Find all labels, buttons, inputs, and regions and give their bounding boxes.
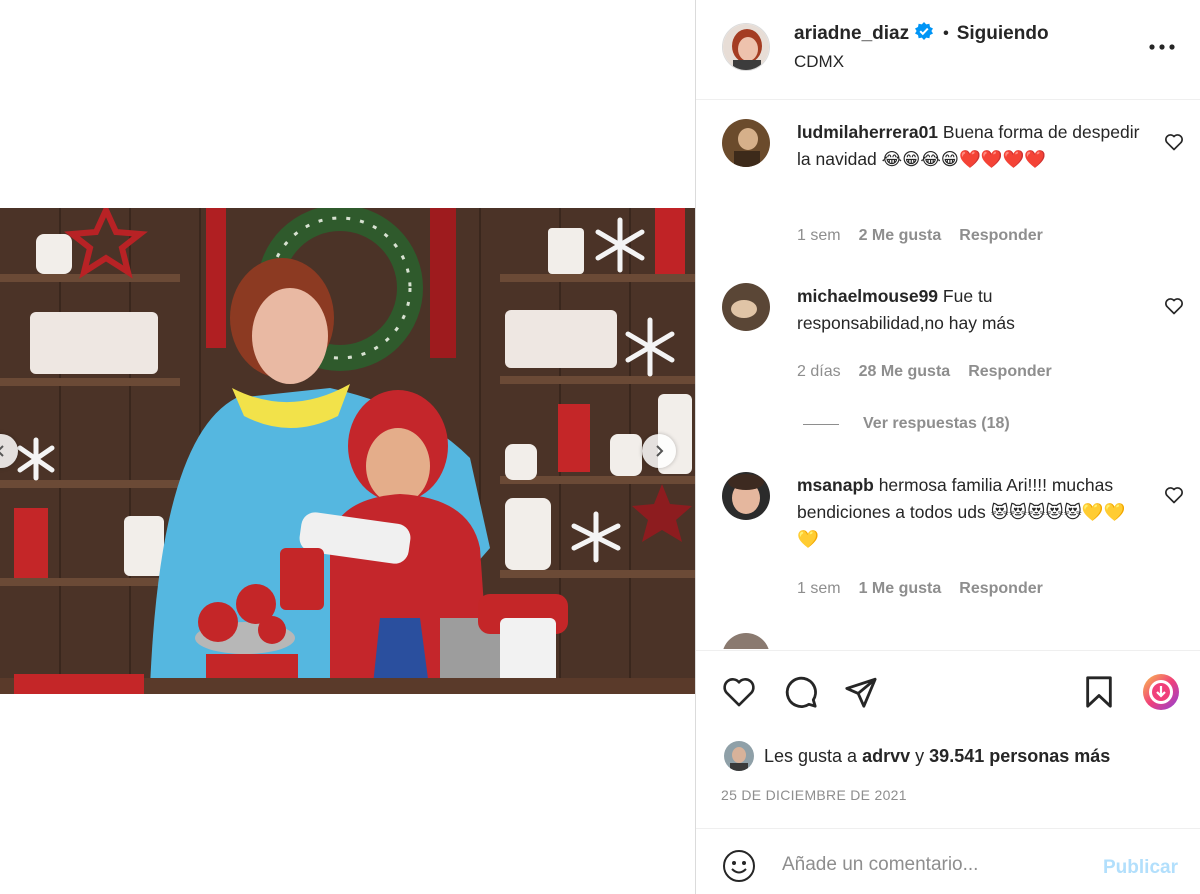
comment-like-button[interactable] (1164, 485, 1186, 507)
likes-joiner: y (915, 745, 925, 766)
emoji-icon (723, 850, 755, 882)
publish-button[interactable]: Publicar (1103, 857, 1178, 879)
view-replies-label: Ver respuestas (18) (863, 415, 1010, 432)
comment-text: ludmilaherrera01 Buena forma de despedir… (797, 119, 1142, 173)
heart-icon (1165, 134, 1183, 151)
like-button[interactable] (720, 673, 758, 711)
author-username[interactable]: ariadne_diaz (794, 23, 909, 45)
carousel-next-button[interactable] (642, 434, 676, 468)
likes-summary: Les gusta a adrvv y 39.541 personas más (724, 741, 1110, 771)
reply-button[interactable]: Responder (959, 580, 1043, 598)
following-button[interactable]: Siguiendo (957, 23, 1049, 45)
avatar-image (724, 741, 754, 771)
separator-dot: • (943, 25, 949, 42)
download-extension-button[interactable] (1142, 673, 1180, 711)
chevron-left-icon (0, 445, 4, 457)
comment-time[interactable]: 1 sem (797, 227, 841, 245)
chevron-right-icon (656, 445, 664, 457)
comment-meta: 2 días 28 Me gusta Responder (797, 363, 1052, 381)
heart-icon (1165, 298, 1183, 315)
share-icon (845, 677, 877, 708)
comment-button[interactable] (782, 673, 820, 711)
post-header: ariadne_diaz • Siguiendo CDMX (696, 0, 1200, 100)
post-actions: Les gusta a adrvv y 39.541 personas más … (696, 650, 1200, 828)
instagram-post-modal: ariadne_diaz • Siguiendo CDMX ludmilaher… (0, 0, 1200, 894)
photo-illustration (0, 208, 695, 694)
post-side-panel: ariadne_diaz • Siguiendo CDMX ludmilaher… (695, 0, 1200, 894)
avatar-image (723, 24, 769, 70)
replies-divider (803, 423, 839, 425)
verified-badge-icon (915, 22, 934, 46)
likes-prefix: Les gusta a (764, 745, 858, 766)
add-comment-bar: Publicar (696, 828, 1200, 894)
author-avatar[interactable] (722, 23, 770, 71)
likes-count[interactable]: 39.541 personas más (929, 746, 1110, 767)
commenter-username[interactable]: msanapb (797, 475, 874, 495)
comment-time[interactable]: 1 sem (797, 580, 841, 598)
comment-icon (785, 676, 817, 708)
emoji-button[interactable] (722, 849, 756, 883)
avatar-image (722, 633, 770, 649)
avatar-image (722, 119, 770, 167)
commenter-avatar[interactable] (722, 283, 770, 331)
comment-likes[interactable]: 28 Me gusta (859, 363, 951, 381)
comment-meta: 1 sem 2 Me gusta Responder (797, 227, 1043, 245)
bookmark-icon (1086, 676, 1112, 708)
more-options-button[interactable] (1142, 32, 1182, 62)
post-photo[interactable] (0, 208, 695, 694)
commenter-username[interactable]: ludmilaherrera01 (797, 122, 938, 142)
comment-input[interactable] (782, 851, 1082, 879)
liker-avatar[interactable] (724, 741, 754, 771)
comment-text: msanapb hermosa familia Ari!!!! muchas b… (797, 472, 1142, 553)
share-button[interactable] (842, 673, 880, 711)
download-icon (1143, 674, 1179, 710)
commenter-avatar[interactable] (722, 633, 770, 649)
comment-text: michaelmouse99 Fue tu responsabilidad,no… (797, 283, 1142, 337)
author-row: ariadne_diaz • Siguiendo (794, 22, 1049, 46)
comment-like-button[interactable] (1164, 296, 1186, 318)
comment-like-button[interactable] (1164, 132, 1186, 154)
liker-username[interactable]: adrvv (862, 746, 910, 767)
heart-icon (723, 678, 755, 707)
comment-likes[interactable]: 1 Me gusta (859, 580, 942, 598)
more-options-icon (1149, 44, 1175, 50)
avatar-image (722, 472, 770, 520)
save-button[interactable] (1080, 673, 1118, 711)
comment-meta: 1 sem 1 Me gusta Responder (797, 580, 1043, 598)
commenter-avatar[interactable] (722, 472, 770, 520)
post-location[interactable]: CDMX (794, 52, 844, 72)
comments-list[interactable]: ludmilaherrera01 Buena forma de despedir… (696, 101, 1200, 649)
heart-icon (1165, 487, 1183, 504)
commenter-username[interactable]: michaelmouse99 (797, 286, 938, 306)
post-date[interactable]: 25 DE DICIEMBRE DE 2021 (721, 787, 907, 803)
reply-button[interactable]: Responder (968, 363, 1052, 381)
comment-likes[interactable]: 2 Me gusta (859, 227, 942, 245)
media-pane (0, 0, 695, 894)
commenter-avatar[interactable] (722, 119, 770, 167)
avatar-image (722, 283, 770, 331)
comment-time[interactable]: 2 días (797, 363, 841, 381)
view-replies-button[interactable]: Ver respuestas (18) (803, 415, 1010, 433)
reply-button[interactable]: Responder (959, 227, 1043, 245)
